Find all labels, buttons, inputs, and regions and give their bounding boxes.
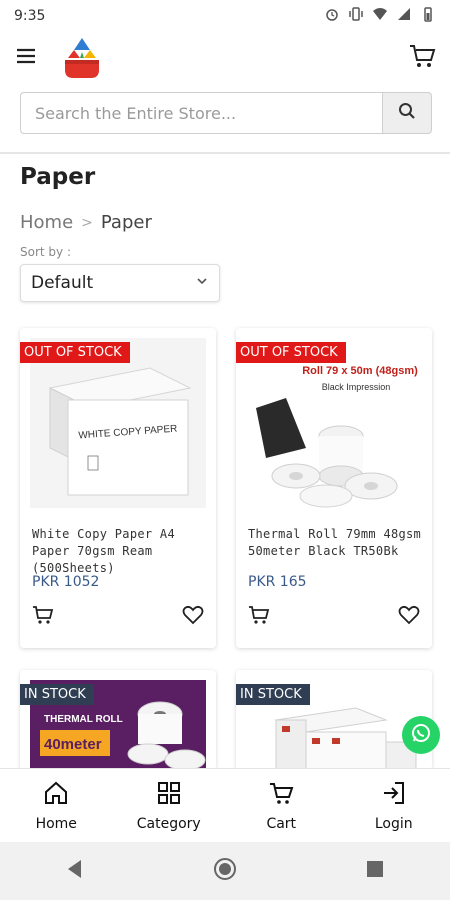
stock-badge: OUT OF STOCK bbox=[236, 342, 346, 363]
product-name[interactable]: White Copy Paper A4 Paper 70gsm Ream (50… bbox=[32, 526, 208, 577]
alarm-icon bbox=[324, 6, 340, 26]
nav-category[interactable]: Category bbox=[113, 769, 226, 842]
login-icon bbox=[381, 780, 407, 810]
vibrate-icon bbox=[348, 6, 364, 26]
nav-login-label: Login bbox=[374, 815, 413, 832]
nav-category-label: Category bbox=[136, 815, 201, 832]
nav-cart[interactable]: Cart bbox=[225, 769, 338, 842]
sort-label: Sort by : bbox=[20, 245, 71, 259]
product-price: PKR 165 bbox=[248, 574, 307, 590]
breadcrumb-current: Paper bbox=[100, 212, 152, 233]
store-logo[interactable] bbox=[62, 36, 102, 82]
product-image-text: Roll 79 x 50m (48gsm) bbox=[302, 365, 418, 377]
whatsapp-chat-button[interactable] bbox=[402, 716, 440, 754]
sort-select[interactable]: Default bbox=[20, 264, 220, 302]
recents-icon[interactable] bbox=[363, 857, 387, 885]
nav-home-label: Home bbox=[35, 815, 77, 832]
status-bar: 9:35 bbox=[0, 0, 450, 36]
home-icon bbox=[43, 780, 69, 810]
search-button[interactable] bbox=[382, 92, 432, 134]
nav-cart-label: Cart bbox=[266, 815, 297, 832]
add-to-cart-icon[interactable] bbox=[32, 604, 54, 626]
search-bar bbox=[20, 92, 432, 134]
signal-icon bbox=[396, 6, 412, 26]
wifi-icon bbox=[372, 6, 388, 26]
stock-badge: IN STOCK bbox=[20, 684, 94, 705]
product-image[interactable]: Roll 79 x 50m (48gsm) Black Impression bbox=[246, 338, 422, 508]
breadcrumb-home-link[interactable]: Home bbox=[20, 212, 73, 233]
product-price: PKR 1052 bbox=[32, 574, 100, 590]
product-name[interactable]: Thermal Roll 79mm 48gsm 50meter Black TR… bbox=[248, 526, 424, 560]
nav-home[interactable]: Home bbox=[0, 769, 113, 842]
header-divider bbox=[0, 152, 450, 154]
status-time: 9:35 bbox=[14, 8, 46, 24]
header-cart-icon[interactable] bbox=[408, 42, 436, 74]
stock-badge: IN STOCK bbox=[236, 684, 310, 705]
grid-icon bbox=[156, 780, 182, 810]
back-icon[interactable] bbox=[63, 857, 87, 885]
home-button-icon[interactable] bbox=[213, 857, 237, 885]
bottom-navigation: Home Category Cart Login bbox=[0, 768, 450, 842]
product-card[interactable]: IN STOCK bbox=[236, 670, 432, 770]
cart-icon bbox=[268, 780, 294, 810]
breadcrumb: Home > Paper bbox=[20, 212, 152, 233]
whatsapp-icon bbox=[409, 721, 433, 749]
wishlist-heart-icon[interactable] bbox=[182, 604, 204, 626]
app-header bbox=[0, 32, 450, 84]
product-image-text: THERMAL ROLL bbox=[44, 714, 123, 725]
search-icon bbox=[398, 102, 416, 124]
page-title: Paper bbox=[20, 164, 96, 190]
wishlist-heart-icon[interactable] bbox=[398, 604, 420, 626]
system-navigation-bar bbox=[0, 842, 450, 900]
add-to-cart-icon[interactable] bbox=[248, 604, 270, 626]
hamburger-menu-icon[interactable] bbox=[14, 44, 38, 72]
stock-badge: OUT OF STOCK bbox=[20, 342, 130, 363]
product-image-subtext: Black Impression bbox=[322, 382, 391, 392]
product-card[interactable]: IN STOCK THERMAL ROLL 40meter bbox=[20, 670, 216, 770]
breadcrumb-separator: > bbox=[81, 214, 93, 231]
product-card[interactable]: OUT OF STOCK WHITE COPY PAPER White Copy… bbox=[20, 328, 216, 648]
battery-icon bbox=[420, 6, 436, 26]
nav-login[interactable]: Login bbox=[338, 769, 450, 842]
product-card[interactable]: OUT OF STOCK Roll 79 x 50m (48gsm) Black… bbox=[236, 328, 432, 648]
sort-selected-value: Default bbox=[31, 273, 94, 293]
chevron-down-icon bbox=[195, 273, 209, 293]
search-input[interactable] bbox=[20, 92, 382, 134]
product-image[interactable]: WHITE COPY PAPER bbox=[30, 338, 206, 508]
product-image-subtext: 40meter bbox=[44, 736, 102, 753]
